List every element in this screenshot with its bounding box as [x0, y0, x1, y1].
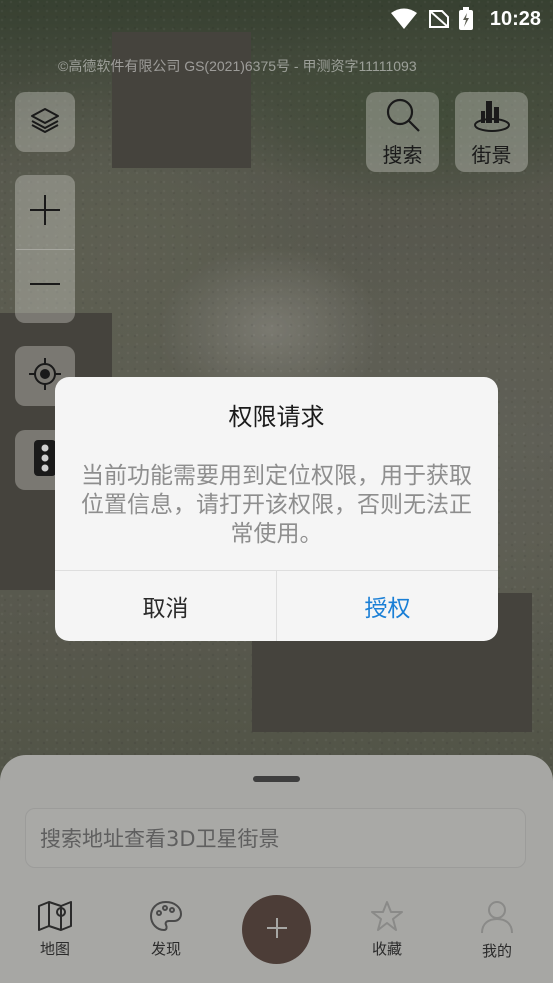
street-view-label: 街景	[471, 142, 512, 167]
authorize-button[interactable]: 授权	[277, 571, 498, 641]
tab-discover-label: 发现	[150, 940, 181, 958]
address-search-input[interactable]: 搜索地址查看3D卫星街景	[25, 808, 526, 868]
permission-dialog: 权限请求 当前功能需要用到定位权限，用于获取位置信息，请打开该权限，否则无法正常…	[55, 377, 498, 641]
status-bar: 10:28	[0, 0, 553, 38]
map-icon	[37, 901, 73, 936]
zoom-out-button[interactable]	[28, 250, 62, 323]
wifi-icon	[390, 8, 418, 35]
add-button[interactable]	[242, 895, 311, 964]
dialog-message: 当前功能需要用到定位权限，用于获取位置信息，请打开该权限，否则无法正常使用。	[81, 463, 472, 547]
plus-icon	[28, 193, 62, 231]
bottom-sheet: 搜索地址查看3D卫星街景 地图 发现 收藏 我的	[0, 755, 553, 983]
zoom-in-button[interactable]	[28, 176, 62, 249]
zoom-control	[15, 175, 75, 323]
tab-mine[interactable]: 我的	[462, 900, 532, 961]
search-icon	[384, 97, 422, 137]
tab-mine-label: 我的	[481, 942, 512, 960]
plus-icon	[265, 916, 289, 944]
battery-charging-icon	[458, 7, 474, 36]
search-button[interactable]: 搜索	[366, 92, 439, 172]
no-sim-icon	[428, 9, 450, 34]
palette-icon	[149, 900, 183, 936]
map-attribution: ©高德软件有限公司 GS(2021)6375号 - 甲测资字11111093	[58, 58, 417, 74]
person-icon	[480, 901, 514, 938]
tab-map[interactable]: 地图	[20, 900, 90, 959]
cancel-button[interactable]: 取消	[55, 571, 276, 641]
tab-favorites-label: 收藏	[371, 940, 402, 958]
sheet-drag-handle[interactable]	[253, 776, 300, 782]
layers-button[interactable]	[15, 92, 75, 152]
tab-discover[interactable]: 发现	[131, 900, 201, 959]
dialog-title: 权限请求	[228, 403, 325, 431]
layers-icon	[29, 104, 61, 140]
street-view-button[interactable]: 街景	[455, 92, 528, 172]
tab-favorites[interactable]: 收藏	[352, 900, 422, 959]
search-label: 搜索	[382, 142, 423, 167]
map-tile-placeholder	[112, 32, 251, 168]
star-icon	[370, 901, 404, 936]
minus-icon	[28, 267, 62, 305]
tab-map-label: 地图	[39, 940, 70, 958]
street-view-icon	[472, 97, 512, 137]
clock: 10:28	[489, 8, 541, 30]
